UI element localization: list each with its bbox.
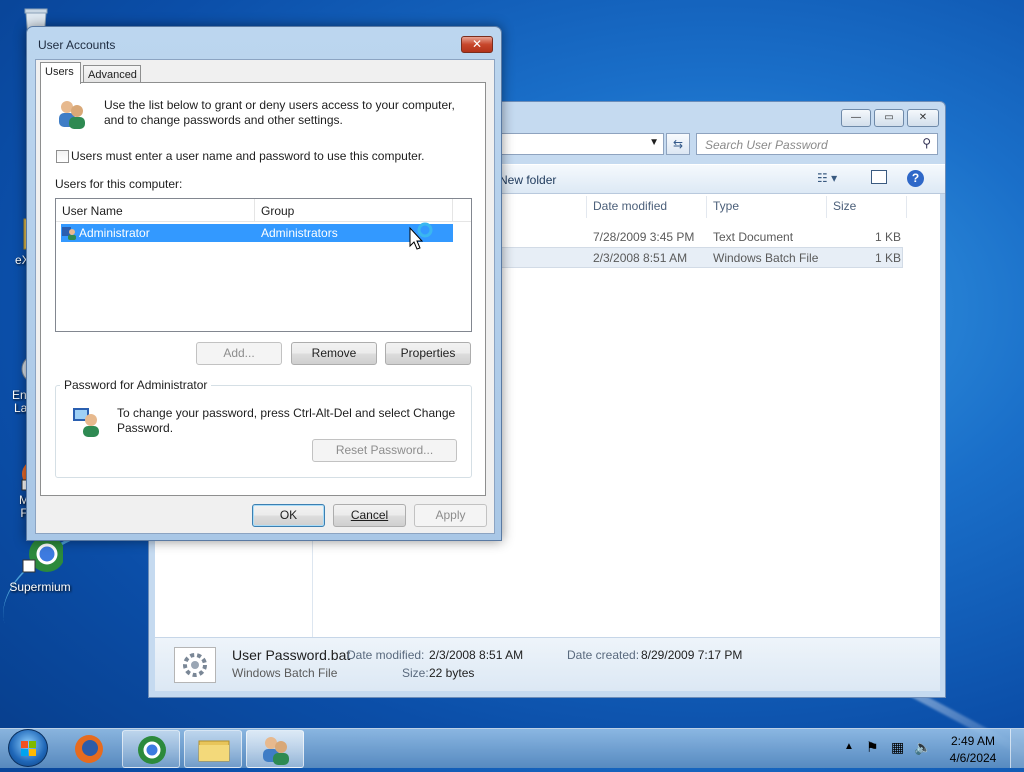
intro-text: Use the list below to grant or deny user… <box>104 98 455 127</box>
users-list-label: Users for this computer: <box>55 177 183 191</box>
help-icon[interactable]: ? <box>907 170 924 187</box>
volume-icon[interactable]: 🔈 <box>914 739 931 756</box>
view-options-icon[interactable]: ☷ ▾ <box>817 171 837 185</box>
cancel-button[interactable]: Cancel <box>333 504 406 527</box>
list-item[interactable]: Administrator Administrators <box>61 224 453 242</box>
add-user-button[interactable]: Add... <box>196 342 282 365</box>
search-input[interactable]: Search User Password ⚲ <box>696 133 938 155</box>
taskbar-explorer[interactable] <box>184 730 242 768</box>
tab-users[interactable]: Users <box>40 62 81 84</box>
details-file-name: User Password.bat <box>232 647 351 663</box>
row-type: Windows Batch File <box>713 251 819 265</box>
remove-user-button[interactable]: Remove <box>291 342 377 365</box>
search-icon[interactable]: ⚲ <box>922 136 931 150</box>
row-type: Text Document <box>713 230 794 244</box>
user-icon <box>62 225 76 240</box>
taskbar-firefox[interactable] <box>64 730 114 768</box>
reset-password-button[interactable]: Reset Password... <box>312 439 457 462</box>
column-separator <box>906 196 907 218</box>
column-type[interactable]: Type <box>713 199 739 217</box>
details-date-created-label: Date created: <box>567 648 640 662</box>
minimize-button[interactable]: — <box>841 109 871 127</box>
preview-pane-icon[interactable] <box>871 170 887 184</box>
maximize-button[interactable]: ▭ <box>874 109 904 127</box>
folder-icon <box>198 740 230 762</box>
desktop-icon-label: Supermium <box>9 580 71 594</box>
user-name: Administrator <box>79 226 150 240</box>
close-button[interactable]: ✕ <box>461 36 493 53</box>
desktop-icon-supermium[interactable]: Supermium <box>8 534 72 594</box>
user-password-icon <box>71 404 105 438</box>
table-row-selected[interactable] <box>500 247 903 268</box>
row-size: 1 KB <box>875 230 902 244</box>
dialog-title: User Accounts <box>38 38 116 52</box>
column-date-modified[interactable]: Date modified <box>593 199 667 217</box>
taskbar-user-accounts[interactable] <box>246 730 304 768</box>
row-date: 2/3/2008 8:51 AM <box>593 251 688 265</box>
show-desktop-button[interactable] <box>1010 729 1024 768</box>
firefox-icon <box>75 735 103 763</box>
busy-cursor-icon <box>408 220 436 250</box>
require-login-checkbox[interactable] <box>56 150 69 163</box>
users-icon <box>55 98 89 130</box>
users-icon <box>263 737 289 765</box>
details-date-modified-label: Date modified: <box>347 648 425 662</box>
refresh-icon[interactable]: ⇆ <box>666 133 690 155</box>
windows-logo-icon <box>21 741 36 756</box>
column-separator <box>586 196 587 218</box>
new-folder-button[interactable]: New folder <box>499 173 556 187</box>
network-icon[interactable]: ▦ <box>891 739 904 756</box>
column-separator <box>826 196 827 218</box>
user-group: Administrators <box>261 226 338 240</box>
taskbar-supermium[interactable] <box>122 730 180 768</box>
action-center-flag-icon[interactable]: ⚑ <box>866 739 879 756</box>
details-size: 22 bytes <box>429 666 475 680</box>
search-placeholder: Search User Password <box>705 138 828 152</box>
start-button[interactable] <box>8 729 48 767</box>
ok-button[interactable]: OK <box>252 504 325 527</box>
users-list-header: User Name Group <box>56 199 471 222</box>
show-hidden-icons[interactable]: ▲ <box>844 741 854 752</box>
column-user-name[interactable]: User Name <box>62 204 123 218</box>
column-separator <box>254 199 255 221</box>
row-date: 7/28/2009 3:45 PM <box>593 230 695 244</box>
details-date-created: 8/29/2009 7:17 PM <box>641 648 743 662</box>
clock-time[interactable]: 2:49 AM <box>943 734 1003 748</box>
details-size-label: Size: <box>402 666 429 680</box>
apply-button[interactable]: Apply <box>414 504 487 527</box>
details-pane: User Password.bat Windows Batch File Dat… <box>155 637 940 691</box>
password-group-title: Password for Administrator <box>60 378 212 392</box>
clock-date[interactable]: 4/6/2024 <box>943 751 1003 765</box>
explorer-close-button[interactable]: ✕ <box>907 109 939 127</box>
column-group[interactable]: Group <box>261 204 294 218</box>
chevron-down-icon[interactable]: ▼ <box>649 137 659 148</box>
row-size: 1 KB <box>875 251 902 265</box>
column-separator <box>706 196 707 218</box>
details-date-modified: 2/3/2008 8:51 AM <box>429 648 524 662</box>
properties-button[interactable]: Properties <box>385 342 471 365</box>
batch-file-icon <box>174 647 216 683</box>
require-login-label[interactable]: Users must enter a user name and passwor… <box>71 149 425 163</box>
column-size[interactable]: Size <box>833 199 856 217</box>
password-instructions: To change your password, press Ctrl-Alt-… <box>117 406 456 435</box>
details-file-type: Windows Batch File <box>232 666 338 680</box>
column-separator <box>452 199 453 221</box>
supermium-icon <box>138 736 166 764</box>
